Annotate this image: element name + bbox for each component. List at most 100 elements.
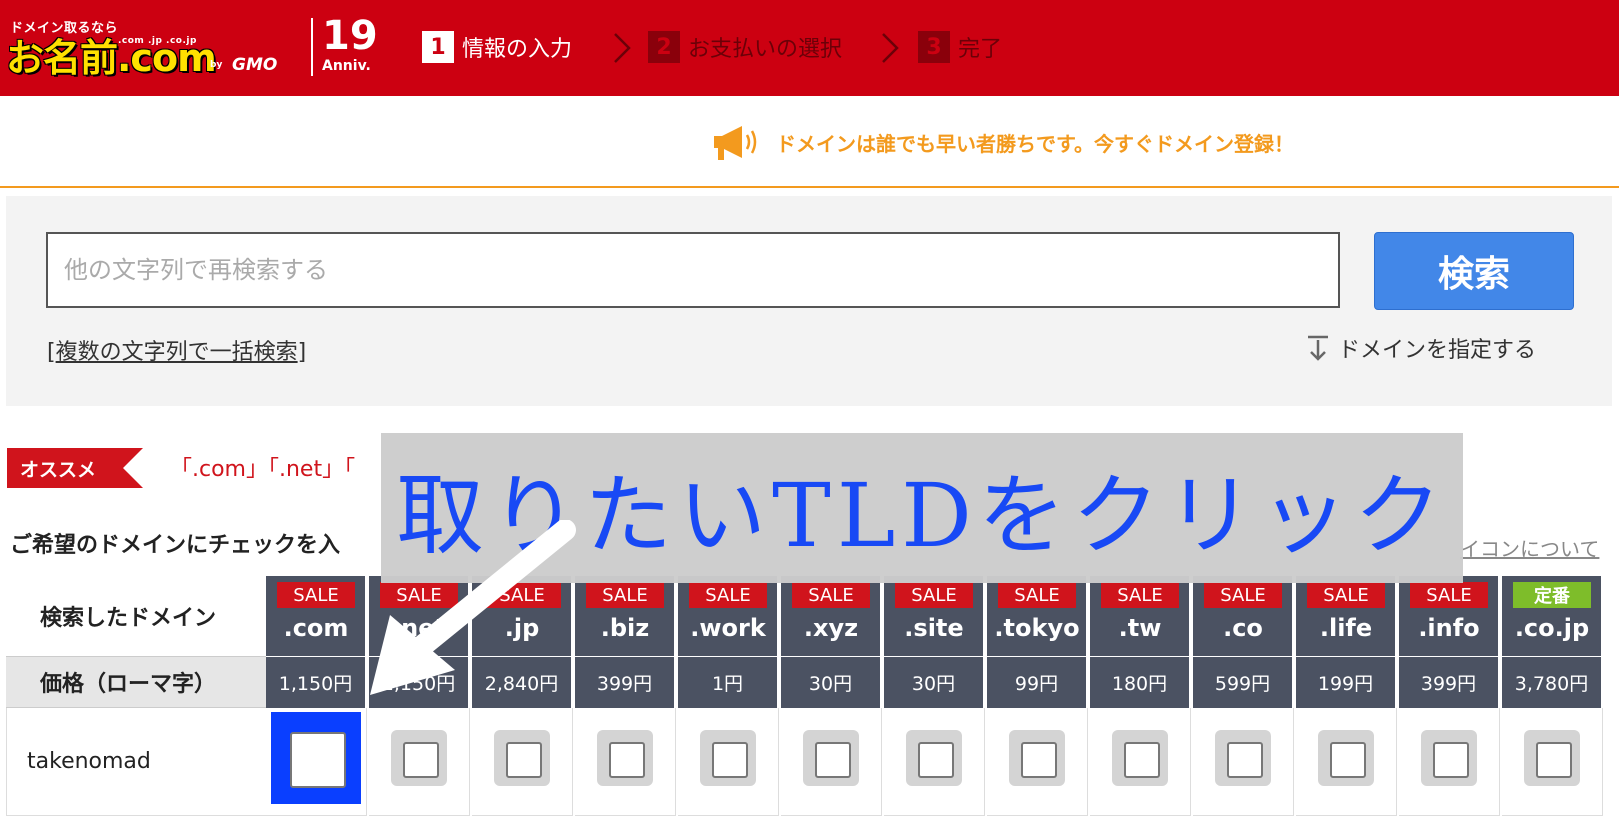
- step-3: 3 完了: [918, 30, 1002, 64]
- icon-about-link[interactable]: イコンについて: [1460, 533, 1599, 562]
- tld-header[interactable]: SALE .tw: [1090, 576, 1190, 656]
- step-1-label: 情報の入力: [462, 37, 573, 62]
- logo-by: by: [210, 60, 223, 70]
- tld-checkbox[interactable]: [1215, 730, 1271, 786]
- tld-label: .site: [904, 614, 964, 642]
- site-header: ドメイン取るなら .com .jp .co.jp お名前.com by GMO …: [0, 0, 1619, 96]
- tld-price: 599円: [1193, 656, 1293, 708]
- search-button[interactable]: 検索: [1374, 232, 1574, 310]
- arrow-annotation-icon: [370, 520, 576, 695]
- tld-price: 30円: [884, 656, 984, 708]
- step-3-label: 完了: [958, 37, 1003, 62]
- tld-header[interactable]: SALE .work: [678, 576, 778, 656]
- logo-tagline: ドメイン取るなら: [10, 21, 119, 36]
- tld-checkbox[interactable]: [700, 730, 756, 786]
- tld-header[interactable]: SALE .com: [266, 576, 366, 656]
- tld-check-cell: [266, 708, 367, 816]
- tld-checkbox[interactable]: [271, 712, 361, 804]
- tld-check-cell: [575, 708, 676, 816]
- recommend-tlds[interactable]: 「.com」「.net」「: [170, 451, 355, 483]
- header-divider: [311, 18, 313, 76]
- megaphone-icon: [714, 126, 757, 160]
- tld-column: SALE .com 1,150円: [266, 576, 367, 816]
- tld-column: SALE .site 30円: [884, 576, 985, 816]
- bulk-search-label[interactable]: 複数の文字列で一括検索: [56, 340, 298, 365]
- tld-label: .co: [1223, 614, 1263, 642]
- sale-badge: SALE: [792, 582, 870, 608]
- tld-header[interactable]: SALE .tokyo: [987, 576, 1087, 656]
- specify-domain-label[interactable]: ドメインを指定する: [1338, 332, 1536, 364]
- tld-label: .tw: [1118, 614, 1162, 642]
- search-input[interactable]: [46, 232, 1340, 308]
- tld-column: SALE .work 1円: [678, 576, 779, 816]
- tld-price: 399円: [1399, 656, 1499, 708]
- tld-column: SALE .life 199円: [1296, 576, 1397, 816]
- step-1-number: 1: [422, 31, 454, 63]
- tld-price: 3,780円: [1502, 656, 1602, 708]
- tld-checkbox[interactable]: [1524, 730, 1580, 786]
- tld-price: 199円: [1296, 656, 1396, 708]
- tld-column: SALE .co 599円: [1193, 576, 1294, 816]
- tld-price: 1,150円: [266, 656, 366, 708]
- sale-badge: SALE: [277, 582, 355, 608]
- tld-check-cell: [472, 708, 573, 816]
- tld-header[interactable]: SALE .xyz: [781, 576, 881, 656]
- tld-checkbox[interactable]: [803, 730, 859, 786]
- step-2-number: 2: [648, 31, 680, 63]
- tld-label: .co.jp: [1514, 614, 1590, 642]
- tld-checkbox[interactable]: [1112, 730, 1168, 786]
- tld-header[interactable]: SALE .site: [884, 576, 984, 656]
- tld-label: .info: [1418, 614, 1480, 642]
- tld-check-cell: [369, 708, 470, 816]
- tld-checkbox[interactable]: [494, 730, 550, 786]
- tld-check-cell: [987, 708, 1088, 816]
- sale-badge: SALE: [998, 582, 1076, 608]
- download-arrow-icon: [1308, 335, 1328, 361]
- chevron-right-icon: [614, 33, 631, 63]
- tld-checkbox[interactable]: [391, 730, 447, 786]
- logo-company: GMO: [232, 55, 278, 75]
- bulk-search-link[interactable]: [複数の文字列で一括検索]: [47, 334, 306, 366]
- chevron-right-icon: [882, 33, 899, 63]
- tld-label: .work: [690, 614, 766, 642]
- tld-header[interactable]: SALE .co: [1193, 576, 1293, 656]
- sale-badge: SALE: [895, 582, 973, 608]
- tld-checkbox[interactable]: [906, 730, 962, 786]
- tld-check-cell: [781, 708, 882, 816]
- sale-badge: SALE: [1307, 582, 1385, 608]
- tld-checkbox[interactable]: [1009, 730, 1065, 786]
- tld-checkbox[interactable]: [1421, 730, 1477, 786]
- tld-column: SALE .xyz 30円: [781, 576, 882, 816]
- specify-domain-link[interactable]: ドメインを指定する: [1306, 332, 1536, 364]
- step-1: 1 情報の入力: [422, 30, 572, 64]
- tld-checkbox[interactable]: [1318, 730, 1374, 786]
- table-header-label: 検索したドメイン: [6, 576, 266, 656]
- tld-header[interactable]: SALE .info: [1399, 576, 1499, 656]
- tld-column: SALE .info 399円: [1399, 576, 1500, 816]
- price-row-label: 価格（ローマ字）: [6, 656, 266, 708]
- tld-column: SALE .tokyo 99円: [987, 576, 1088, 816]
- tld-checkbox[interactable]: [597, 730, 653, 786]
- tld-label: .tokyo: [994, 614, 1080, 642]
- anniversary-number: 19: [322, 13, 378, 59]
- tld-label: .xyz: [803, 614, 859, 642]
- tld-header[interactable]: SALE .life: [1296, 576, 1396, 656]
- sale-badge: SALE: [1101, 582, 1179, 608]
- sale-badge: SALE: [689, 582, 767, 608]
- tld-price: 99円: [987, 656, 1087, 708]
- tld-price: 1円: [678, 656, 778, 708]
- logo[interactable]: お名前.com: [6, 38, 217, 78]
- tld-check-cell: [884, 708, 985, 816]
- step-2: 2 お支払いの選択: [648, 30, 842, 64]
- tld-check-cell: [1399, 708, 1500, 816]
- tld-label: .com: [283, 614, 349, 642]
- tld-label: .life: [1319, 614, 1373, 642]
- tld-header[interactable]: 定番 .co.jp: [1502, 576, 1602, 656]
- tld-column: SALE .tw 180円: [1090, 576, 1191, 816]
- bulk-bracket-close: ]: [297, 340, 307, 365]
- standard-badge: 定番: [1513, 582, 1591, 608]
- tld-check-cell: [1296, 708, 1397, 816]
- sale-badge: SALE: [1410, 582, 1488, 608]
- domain-table: 検索したドメイン 価格（ローマ字） takenomad SALE .com 1,15…: [6, 576, 1618, 816]
- step-3-number: 3: [918, 31, 950, 63]
